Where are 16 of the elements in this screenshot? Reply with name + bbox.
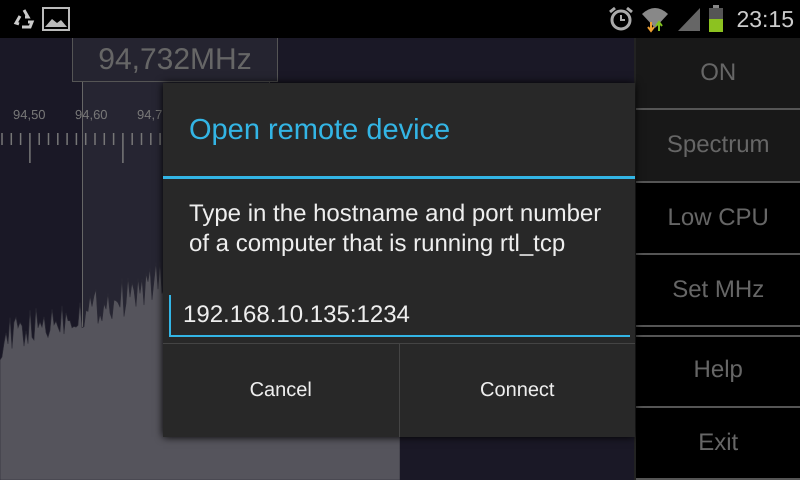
image-icon [42, 7, 70, 31]
side-button[interactable]: Spectrum [636, 110, 800, 183]
clock-time: 23:15 [736, 6, 794, 32]
input-field[interactable]: 192.168.10.135:1234 [169, 295, 630, 337]
dialog-message: Type in the hostname and port number of a computer that is running rtl_tcp [188, 199, 602, 259]
side-button[interactable]: ON [636, 38, 800, 110]
signal-icon [676, 6, 702, 32]
recycle-icon [12, 8, 36, 30]
tick-label: 94,50 [13, 107, 46, 122]
frequency-readout: 94,732MHz [72, 38, 278, 82]
dialog-button[interactable]: Cancel [163, 344, 398, 437]
battery-icon [708, 5, 724, 33]
tick-label: 94,7 [137, 107, 162, 122]
alarm-clock-icon [608, 6, 634, 32]
dialog-button[interactable]: Connect [398, 344, 635, 437]
dialog-title: Open remote device [163, 83, 635, 179]
